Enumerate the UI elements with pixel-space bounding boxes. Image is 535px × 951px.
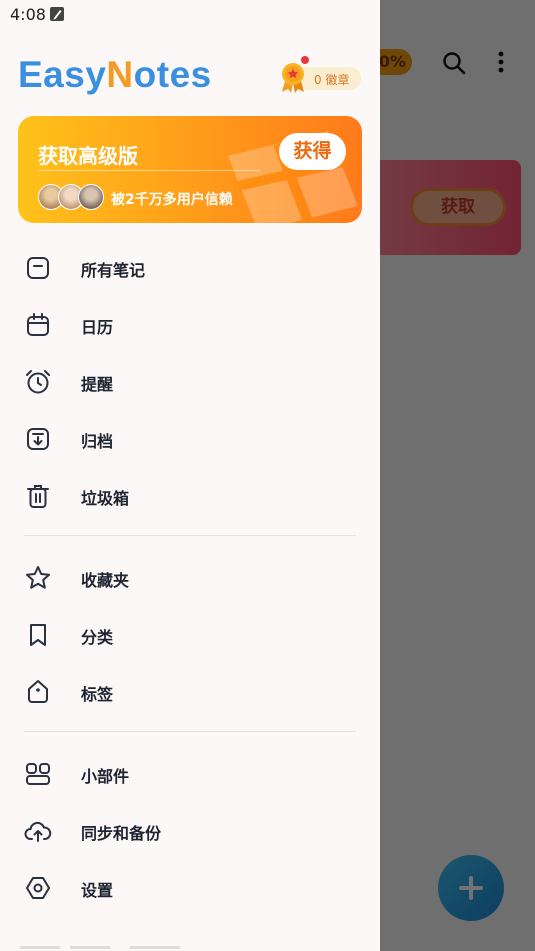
menu-item-all-notes[interactable]: 所有笔记 [0,238,380,295]
menu-item-sync-backup[interactable]: 同步和备份 [0,801,380,858]
star-icon [26,566,50,589]
menu-item-tags[interactable]: 标签 [0,662,380,719]
menu-item-label: 收藏夹 [81,571,130,590]
menu-item-label: 归档 [81,432,114,451]
logo-text-otes: otes [133,54,212,95]
menu-item-calendar[interactable]: 日历 [0,295,380,352]
menu-item-label: 日历 [81,318,114,337]
menu-item-settings[interactable]: 设置 [0,858,380,915]
menu-item-favorites[interactable]: 收藏夹 [0,548,380,605]
bookmark-icon [30,624,46,646]
tag-icon [28,680,48,703]
menu-item-trash[interactable]: 垃圾箱 [0,466,380,523]
menu-divider [24,535,356,536]
promo-divider [38,170,260,171]
notification-dot [301,56,309,64]
widgets-icon [26,763,50,785]
user-avatars [38,184,108,210]
menu-item-label: 小部件 [81,767,130,786]
promo-title: 获取高级版 [38,144,138,168]
menu-item-label: 所有笔记 [81,261,146,280]
menu-item-label: 垃圾箱 [81,489,130,508]
promo-subtitle: 被2千万多用户信赖 [111,192,233,208]
bottom-edge [0,942,380,951]
trash-icon [27,485,49,508]
medal-icon [282,63,304,93]
menu-item-label: 同步和备份 [81,824,162,843]
menu-item-label: 提醒 [81,375,114,394]
app-logo: EasyNotes [18,54,212,96]
status-bar: 4:08 [0,0,380,30]
menu-divider [24,731,356,732]
nav-hint [130,946,180,949]
note-icon [27,257,49,279]
menu-item-categories[interactable]: 分类 [0,605,380,662]
badge-count-label: 0 徽章 [314,73,350,87]
archive-icon [27,428,49,450]
logo-text-easy: Easy [18,54,107,95]
alarm-clock-icon [26,370,50,394]
avatar [78,184,104,210]
logo-letter-n: N [106,54,134,95]
menu-item-label: 标签 [81,685,114,704]
cloud-upload-icon [24,821,52,842]
premium-promo-card[interactable]: 获取高级版 获得 被2千万多用户信赖 [18,116,362,223]
calendar-icon [27,313,49,336]
nav-hint [20,946,60,949]
status-time: 4:08 [10,5,46,24]
get-premium-button[interactable]: 获得 [279,133,346,170]
settings-hexagon-icon [26,877,50,899]
menu-item-label: 设置 [81,881,114,900]
menu-item-widgets[interactable]: 小部件 [0,744,380,801]
nav-hint [70,946,110,949]
menu-item-reminders[interactable]: 提醒 [0,352,380,409]
notes-app-notification-icon [50,7,64,21]
menu-item-label: 分类 [81,628,114,647]
navigation-drawer: 4:08 EasyNotes 0 徽章 获取高级版 获得 被2千万多用户信赖 所… [0,0,380,951]
menu-item-archive[interactable]: 归档 [0,409,380,466]
